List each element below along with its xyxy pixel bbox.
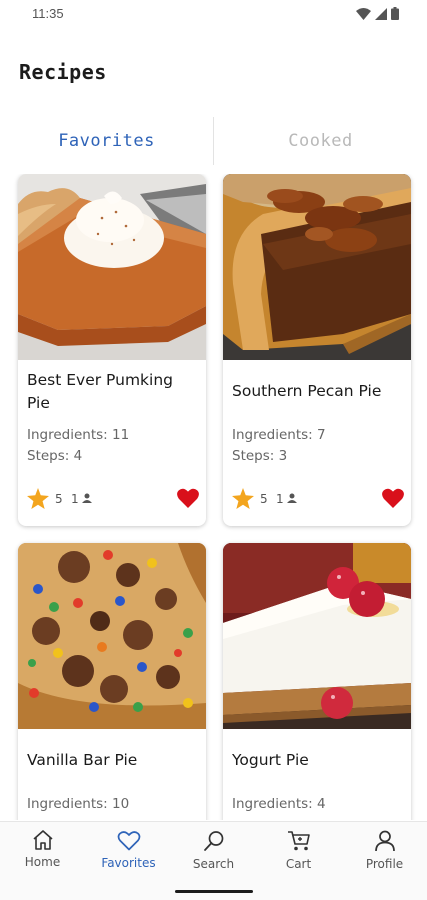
favorite-heart-icon[interactable] bbox=[382, 488, 404, 508]
recipe-footer: 5 1 bbox=[27, 488, 199, 512]
nav-label: Favorites bbox=[101, 856, 156, 870]
favorite-heart-icon[interactable] bbox=[177, 488, 199, 508]
nav-search[interactable]: Search bbox=[171, 830, 256, 880]
nav-profile[interactable]: Profile bbox=[342, 830, 427, 880]
cart-icon bbox=[287, 831, 310, 851]
wifi-icon bbox=[356, 7, 371, 20]
cook-count: 1 bbox=[71, 492, 79, 506]
recipe-steps: Steps: 3 bbox=[232, 448, 288, 464]
recipe-title: Southern Pecan Pie bbox=[232, 382, 382, 400]
nav-favorites[interactable]: Favorites bbox=[86, 830, 171, 880]
recipe-ingredients: Ingredients: 10 bbox=[27, 796, 130, 812]
pumpkin-pie-photo bbox=[18, 174, 206, 360]
recipe-steps: Steps: 4 bbox=[27, 448, 83, 464]
rating-value: 5 bbox=[55, 492, 63, 506]
recipe-ingredients: Ingredients: 7 bbox=[232, 427, 326, 443]
tab-bar: Favorites Cooked bbox=[0, 117, 427, 165]
home-indicator[interactable] bbox=[175, 890, 253, 893]
signal-icon bbox=[375, 7, 387, 20]
page-title: Recipes bbox=[19, 60, 107, 84]
star-icon bbox=[232, 488, 254, 509]
recipe-title: Best Ever Pumking Pie bbox=[27, 371, 173, 412]
cook-count: 1 bbox=[276, 492, 284, 506]
person-icon bbox=[82, 493, 92, 503]
bottom-nav: Home Favorites Search Cart Profile bbox=[0, 821, 427, 900]
recipe-card[interactable]: Yogurt Pie Ingredients: 4 bbox=[223, 543, 411, 820]
nav-home[interactable]: Home bbox=[0, 830, 85, 880]
recipe-ingredients: Ingredients: 11 bbox=[27, 427, 130, 443]
pecan-pie-photo bbox=[223, 174, 411, 360]
tab-favorites[interactable]: Favorites bbox=[0, 117, 213, 165]
battery-icon bbox=[391, 7, 399, 20]
person-icon bbox=[287, 493, 297, 503]
status-icons bbox=[356, 7, 399, 20]
heart-icon bbox=[117, 831, 140, 851]
recipe-title: Yogurt Pie bbox=[232, 751, 309, 769]
search-icon bbox=[203, 831, 223, 851]
profile-icon bbox=[374, 830, 395, 852]
home-icon bbox=[32, 830, 53, 850]
recipe-card[interactable]: Best Ever Pumking Pie Ingredients: 11 St… bbox=[18, 174, 206, 526]
nav-label: Profile bbox=[365, 857, 404, 871]
yogurt-pie-photo bbox=[223, 543, 411, 729]
recipe-footer: 5 1 bbox=[232, 488, 404, 512]
recipe-card[interactable]: Southern Pecan Pie Ingredients: 7 Steps:… bbox=[223, 174, 411, 526]
recipe-title: Vanilla Bar Pie bbox=[27, 751, 138, 769]
nav-label: Home bbox=[24, 855, 61, 869]
recipe-grid: Best Ever Pumking Pie Ingredients: 11 St… bbox=[0, 174, 427, 820]
recipe-ingredients: Ingredients: 4 bbox=[232, 796, 326, 812]
tab-cooked[interactable]: Cooked bbox=[214, 117, 427, 165]
status-time: 11:35 bbox=[32, 6, 64, 21]
nav-label: Search bbox=[192, 857, 235, 871]
status-bar: 11:35 bbox=[0, 0, 427, 30]
nav-cart[interactable]: Cart bbox=[256, 830, 341, 880]
nav-label: Cart bbox=[285, 857, 312, 871]
cookie-pie-photo bbox=[18, 543, 206, 729]
star-icon bbox=[27, 488, 49, 509]
recipe-card[interactable]: Vanilla Bar Pie Ingredients: 10 bbox=[18, 543, 206, 820]
rating-value: 5 bbox=[260, 492, 268, 506]
